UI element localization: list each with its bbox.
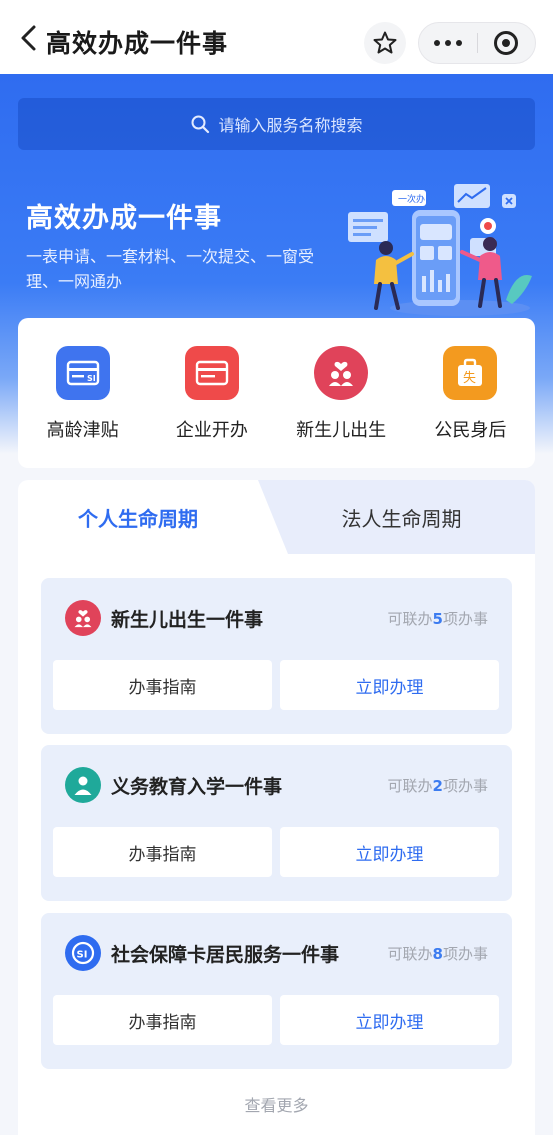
list-item-title: 义务教育入学一件事 [111, 776, 283, 798]
tab-label: 个人生命周期 [78, 506, 198, 531]
joint-count: 可联办5项办事 [387, 610, 488, 628]
lifecycle-panel: 个人生命周期 法人生命周期 新生儿出生一件事 可联办5项办事 办事指南 立即办理… [18, 480, 535, 1135]
quick-item-label: 新生儿出生 [296, 420, 387, 441]
list-item-title: 社会保障卡居民服务一件事 [111, 944, 340, 966]
guide-button[interactable]: 办事指南 [53, 660, 272, 710]
tab-personal-lifecycle[interactable]: 个人生命周期 [18, 480, 288, 554]
list-item-education: 义务教育入学一件事 可联办2项办事 办事指南 立即办理 [41, 745, 512, 901]
joint-count: 可联办8项办事 [387, 945, 488, 963]
hero-description: 一表申请、一套材料、一次提交、一窗受理、一网通办 [26, 247, 315, 291]
bag-icon: 失 [443, 346, 498, 400]
quick-item-label: 公民身后 [434, 420, 507, 441]
social-security-icon: SI [65, 935, 101, 971]
mini-program-capsule [418, 22, 536, 64]
page-title: 高效办成一件事 [46, 29, 229, 58]
lifecycle-tabs: 个人生命周期 法人生命周期 [18, 480, 535, 554]
list-item-title: 新生儿出生一件事 [111, 609, 264, 631]
view-more-link[interactable]: 查看更多 [18, 1092, 535, 1116]
more-dots-icon[interactable] [419, 22, 477, 64]
guide-button[interactable]: 办事指南 [53, 995, 272, 1045]
quick-item-newborn[interactable]: 新生儿出生 [286, 346, 396, 468]
tab-legal-lifecycle[interactable]: 法人生命周期 [288, 480, 535, 554]
quick-services-card: SI 高龄津贴 企业开办 新生儿出生 失 公民身后 [18, 318, 535, 468]
hero-art-tag: 一次办 [398, 193, 425, 205]
quick-item-business-start[interactable]: 企业开办 [157, 346, 267, 468]
tab-label: 法人生命周期 [341, 506, 462, 531]
card-icon [184, 346, 239, 400]
student-icon [65, 767, 101, 803]
apply-button[interactable]: 立即办理 [280, 660, 499, 710]
svg-text:SI: SI [87, 374, 96, 383]
svg-text:失: 失 [463, 371, 476, 386]
close-target-icon[interactable] [477, 22, 535, 64]
hero-title: 高效办成一件事 [26, 203, 222, 234]
joint-count: 可联办2项办事 [387, 777, 488, 795]
quick-item-label: 企业开办 [175, 420, 248, 441]
quick-item-label: 高龄津贴 [46, 420, 119, 441]
svg-text:SI: SI [77, 950, 88, 961]
hero-illustration: 一次办 [348, 184, 532, 316]
list-item-social-security: SI 社会保障卡居民服务一件事 可联办8项办事 办事指南 立即办理 [41, 913, 512, 1069]
list-item-newborn: 新生儿出生一件事 可联办5项办事 办事指南 立即办理 [41, 578, 512, 734]
favorite-star-icon[interactable] [364, 22, 406, 64]
nav-bar: 高效办成一件事 [0, 0, 553, 74]
quick-item-elderly-allowance[interactable]: SI 高龄津贴 [28, 346, 138, 468]
quick-item-posthumous[interactable]: 失 公民身后 [415, 346, 525, 468]
back-arrow-icon[interactable] [16, 24, 44, 52]
apply-button[interactable]: 立即办理 [280, 827, 499, 877]
family-icon [314, 346, 369, 400]
si-card-icon: SI [55, 346, 110, 400]
search-placeholder: 请输入服务名称搜索 [218, 116, 363, 135]
apply-button[interactable]: 立即办理 [280, 995, 499, 1045]
search-icon [191, 115, 210, 134]
guide-button[interactable]: 办事指南 [53, 827, 272, 877]
search-bar[interactable]: 请输入服务名称搜索 [18, 98, 535, 150]
family-icon [65, 600, 101, 636]
